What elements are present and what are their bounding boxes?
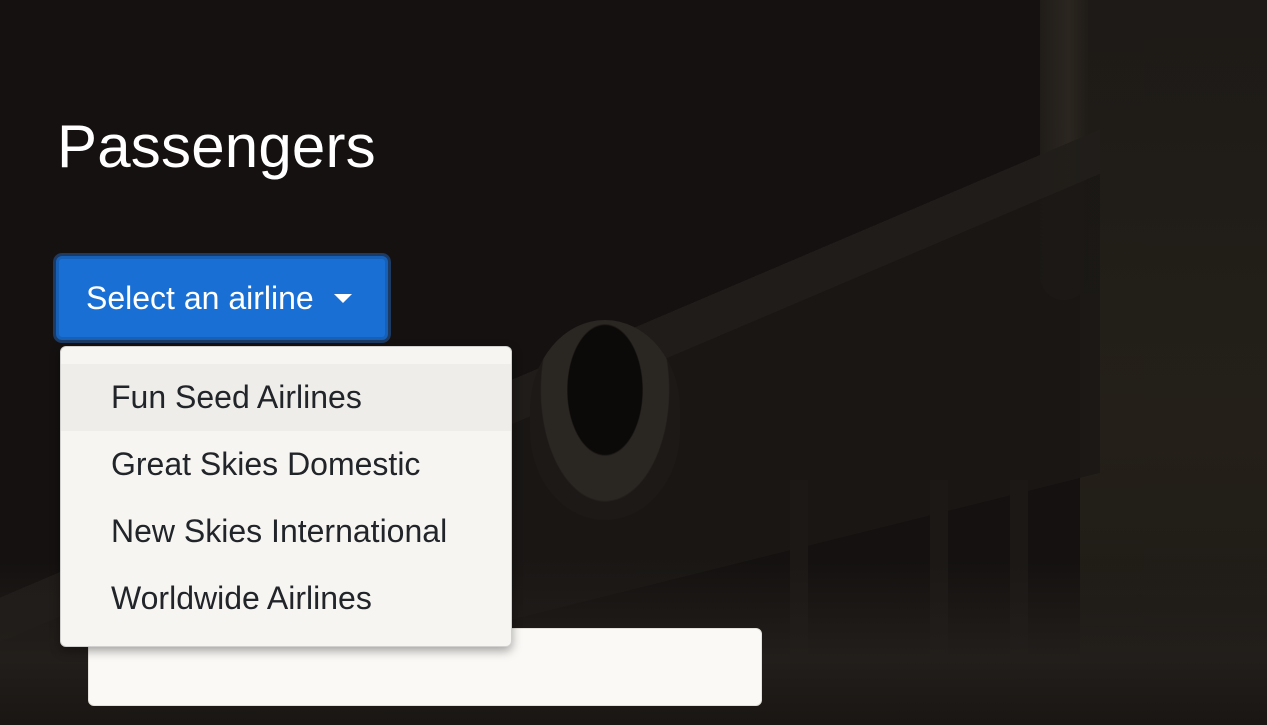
caret-down-icon [333, 293, 352, 303]
passengers-page: Passengers Select an airline Fun Seed Ai… [0, 0, 1267, 725]
menu-item-worldwide-airlines[interactable]: Worldwide Airlines [61, 565, 511, 632]
menu-item-fun-seed-airlines[interactable]: Fun Seed Airlines [61, 364, 511, 431]
select-airline-button[interactable]: Select an airline [56, 256, 388, 340]
page-title: Passengers [57, 113, 376, 180]
menu-item-new-skies-international[interactable]: New Skies International [61, 498, 511, 565]
select-airline-label: Select an airline [86, 279, 314, 316]
menu-item-great-skies-domestic[interactable]: Great Skies Domestic [61, 431, 511, 498]
airline-dropdown-menu: Fun Seed Airlines Great Skies Domestic N… [60, 346, 512, 647]
